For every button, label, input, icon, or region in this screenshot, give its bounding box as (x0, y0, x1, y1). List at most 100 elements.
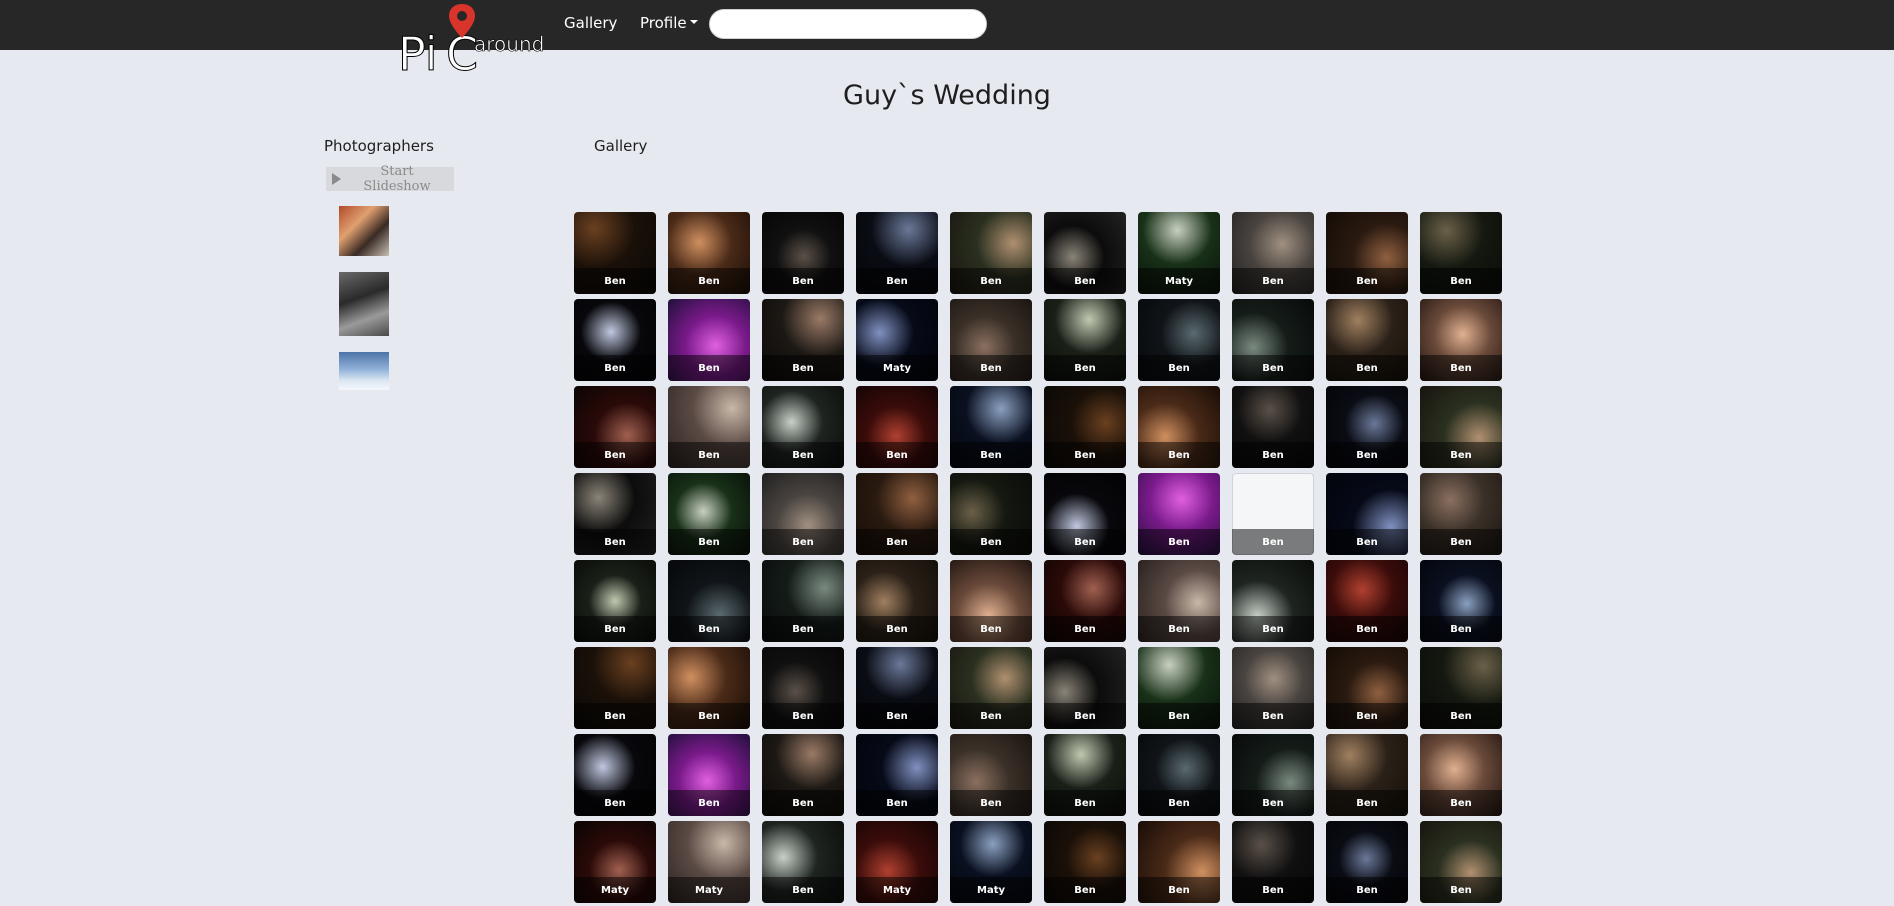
photographer-name-label: Ben (668, 355, 750, 381)
gallery-photo-tile[interactable]: Ben (1138, 647, 1220, 729)
search-input[interactable] (709, 9, 987, 39)
gallery-photo-tile[interactable]: Ben (668, 386, 750, 468)
gallery-photo-tile[interactable]: Ben (1138, 821, 1220, 903)
photographer-name-label: Ben (856, 616, 938, 642)
gallery-photo-tile[interactable]: Ben (762, 299, 844, 381)
gallery-photo-tile[interactable]: Ben (574, 647, 656, 729)
photographer-name-label: Ben (950, 442, 1032, 468)
gallery-photo-tile[interactable]: Maty (668, 821, 750, 903)
photographer-name-label: Ben (668, 442, 750, 468)
gallery-photo-tile[interactable]: Ben (1044, 299, 1126, 381)
gallery-photo-tile[interactable]: Ben (1326, 299, 1408, 381)
gallery-photo-tile[interactable]: Maty (856, 299, 938, 381)
gallery-photo-tile[interactable]: Ben (762, 212, 844, 294)
gallery-photo-tile[interactable]: Ben (1420, 386, 1502, 468)
gallery-photo-tile[interactable]: Ben (1232, 473, 1314, 555)
gallery-photo-tile[interactable]: Ben (574, 473, 656, 555)
gallery-photo-tile[interactable]: Ben (1326, 386, 1408, 468)
gallery-photo-tile[interactable]: Ben (950, 212, 1032, 294)
gallery-photo-tile[interactable]: Ben (668, 212, 750, 294)
photographer-avatar[interactable] (339, 352, 389, 390)
gallery-photo-tile[interactable]: Ben (950, 386, 1032, 468)
gallery-photo-tile[interactable]: Ben (1420, 734, 1502, 816)
photographer-name-label: Ben (574, 616, 656, 642)
gallery-photo-tile[interactable]: Ben (1232, 821, 1314, 903)
gallery-photo-tile[interactable]: Ben (1420, 647, 1502, 729)
gallery-photo-tile[interactable]: Ben (856, 560, 938, 642)
gallery-photo-tile[interactable]: Ben (1044, 212, 1126, 294)
gallery-photo-tile[interactable]: Ben (1044, 734, 1126, 816)
gallery-photo-tile[interactable]: Ben (1326, 212, 1408, 294)
gallery-photo-tile[interactable]: Ben (1232, 386, 1314, 468)
nav-profile-dropdown[interactable]: Profile (640, 14, 698, 32)
gallery-photo-tile[interactable]: Ben (668, 647, 750, 729)
gallery-photo-tile[interactable]: Ben (1232, 734, 1314, 816)
gallery-photo-tile[interactable]: Ben (762, 386, 844, 468)
gallery-photo-tile[interactable]: Ben (762, 647, 844, 729)
gallery-photo-tile[interactable]: Ben (574, 734, 656, 816)
gallery-photo-tile[interactable]: Ben (856, 386, 938, 468)
gallery-photo-tile[interactable]: Ben (762, 821, 844, 903)
gallery-photo-tile[interactable]: Ben (950, 734, 1032, 816)
gallery-photo-tile[interactable]: Ben (856, 647, 938, 729)
gallery-photo-tile[interactable]: Ben (1232, 299, 1314, 381)
gallery-photo-tile[interactable]: Ben (1044, 386, 1126, 468)
gallery-photo-tile[interactable]: Ben (1420, 299, 1502, 381)
gallery-photo-tile[interactable]: Ben (1044, 473, 1126, 555)
gallery-photo-tile[interactable]: Ben (1326, 473, 1408, 555)
gallery-photo-tile[interactable]: Ben (1044, 821, 1126, 903)
gallery-photo-tile[interactable]: Ben (762, 560, 844, 642)
gallery-photo-tile[interactable]: Ben (1138, 473, 1220, 555)
photographer-name-label: Ben (1420, 616, 1502, 642)
gallery-photo-tile[interactable]: Ben (668, 734, 750, 816)
gallery-photo-tile[interactable]: Maty (856, 821, 938, 903)
gallery-photo-tile[interactable]: Ben (1420, 560, 1502, 642)
photographer-avatar[interactable] (339, 272, 389, 336)
gallery-photo-tile[interactable]: Ben (856, 473, 938, 555)
gallery-photo-tile[interactable]: Ben (574, 299, 656, 381)
gallery-photo-tile[interactable]: Ben (1326, 647, 1408, 729)
gallery-photo-tile[interactable]: Ben (1326, 821, 1408, 903)
photographer-avatar[interactable] (339, 206, 389, 256)
photographer-name-label: Ben (1326, 703, 1408, 729)
gallery-photo-tile[interactable]: Ben (1138, 560, 1220, 642)
gallery-photo-tile[interactable]: Maty (950, 821, 1032, 903)
gallery-photo-tile[interactable]: Ben (1420, 473, 1502, 555)
gallery-photo-tile[interactable]: Ben (762, 473, 844, 555)
start-slideshow-button[interactable]: Start Slideshow (326, 164, 454, 194)
photographer-name-label: Ben (668, 616, 750, 642)
gallery-photo-tile[interactable]: Ben (574, 212, 656, 294)
picaround-logo[interactable]: Pi C around (396, 2, 546, 72)
gallery-photo-tile[interactable]: Ben (950, 560, 1032, 642)
gallery-photo-tile[interactable]: Ben (1232, 647, 1314, 729)
gallery-photo-tile[interactable]: Ben (668, 299, 750, 381)
gallery-heading: Gallery (594, 137, 648, 155)
gallery-photo-tile[interactable]: Ben (1138, 734, 1220, 816)
svg-text:Pi: Pi (398, 27, 438, 72)
gallery-photo-tile[interactable]: Ben (950, 647, 1032, 729)
gallery-photo-tile[interactable]: Ben (574, 386, 656, 468)
photographer-name-label: Ben (1326, 790, 1408, 816)
photographer-name-label: Ben (1326, 268, 1408, 294)
gallery-photo-tile[interactable]: Ben (1044, 560, 1126, 642)
gallery-photo-tile[interactable]: Ben (856, 212, 938, 294)
gallery-photo-tile[interactable]: Ben (668, 473, 750, 555)
gallery-photo-tile[interactable]: Ben (1326, 734, 1408, 816)
gallery-photo-tile[interactable]: Ben (856, 734, 938, 816)
gallery-photo-tile[interactable]: Ben (1232, 560, 1314, 642)
gallery-photo-tile[interactable]: Ben (762, 734, 844, 816)
gallery-photo-tile[interactable]: Ben (1138, 299, 1220, 381)
gallery-photo-tile[interactable]: Ben (950, 473, 1032, 555)
gallery-photo-tile[interactable]: Ben (1232, 212, 1314, 294)
gallery-photo-tile[interactable]: Ben (1138, 386, 1220, 468)
gallery-photo-tile[interactable]: Ben (1044, 647, 1126, 729)
gallery-photo-tile[interactable]: Ben (574, 560, 656, 642)
gallery-photo-tile[interactable]: Ben (950, 299, 1032, 381)
gallery-photo-tile[interactable]: Maty (574, 821, 656, 903)
gallery-photo-tile[interactable]: Ben (668, 560, 750, 642)
nav-gallery-link[interactable]: Gallery (564, 14, 617, 32)
gallery-photo-tile[interactable]: Ben (1326, 560, 1408, 642)
gallery-photo-tile[interactable]: Ben (1420, 212, 1502, 294)
gallery-photo-tile[interactable]: Ben (1420, 821, 1502, 903)
gallery-photo-tile[interactable]: Maty (1138, 212, 1220, 294)
